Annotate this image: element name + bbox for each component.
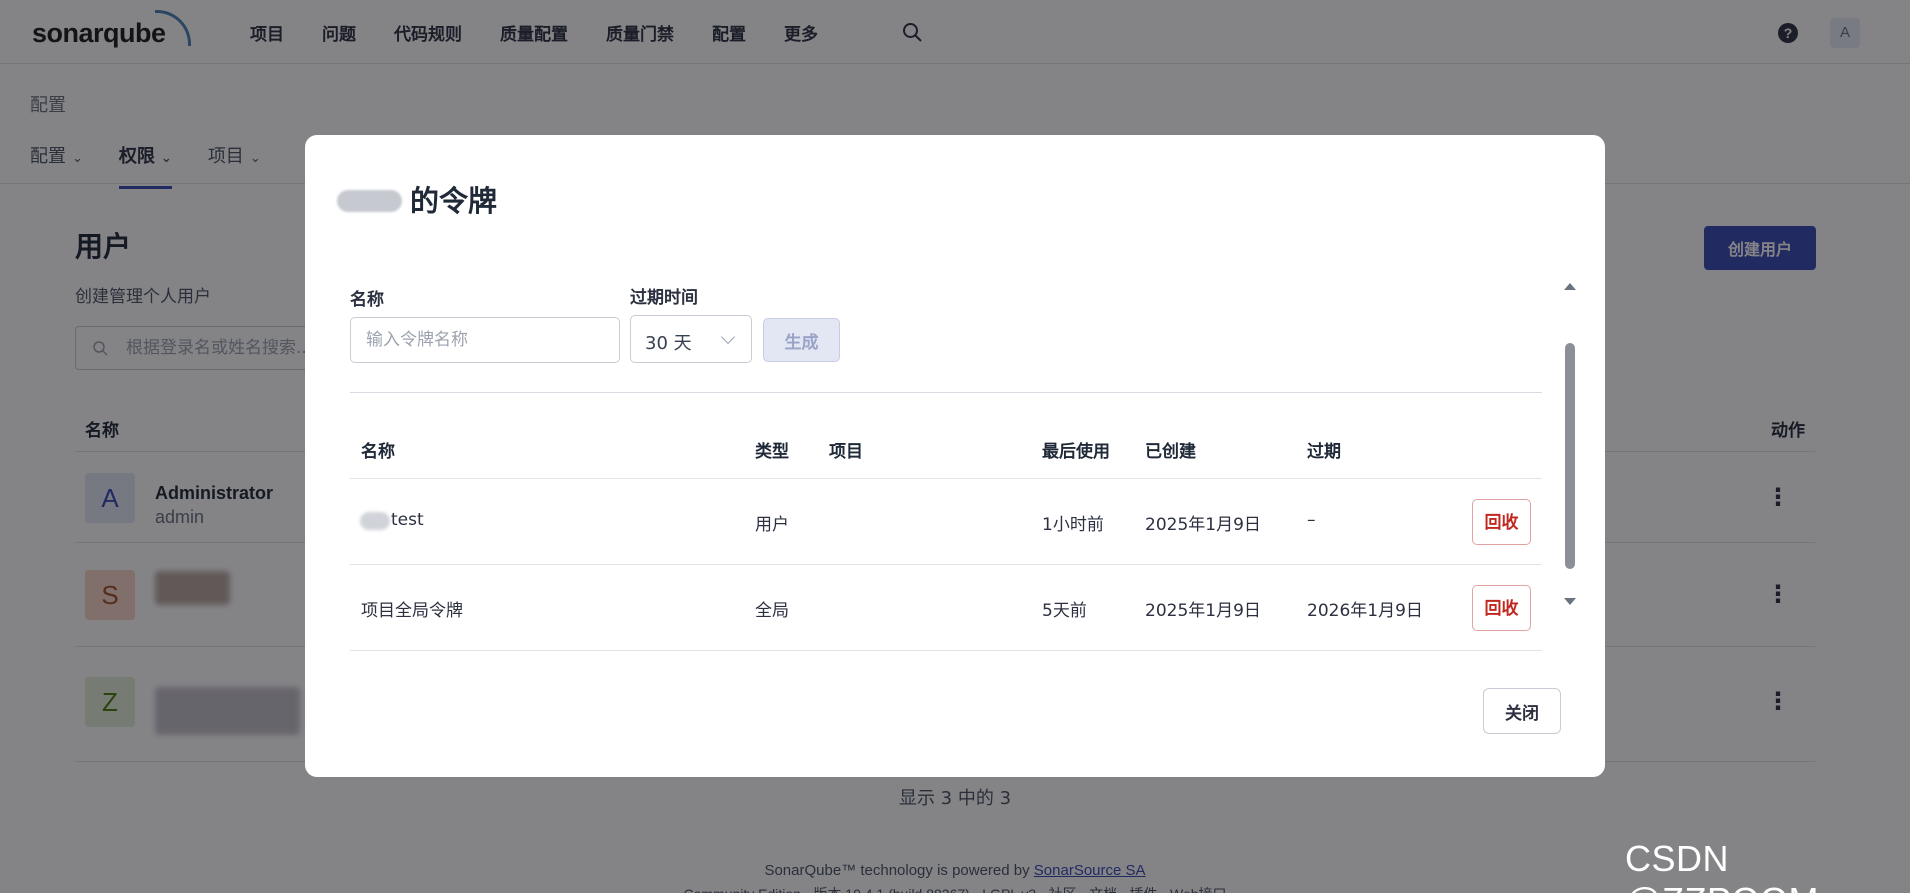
token-name-label: 名称: [350, 290, 384, 310]
token-name: test: [391, 510, 424, 530]
token-last-used: 5天前: [1042, 601, 1087, 621]
column-name: 名称: [361, 442, 395, 462]
column-expires: 过期: [1307, 442, 1341, 462]
scrollbar-thumb[interactable]: [1565, 343, 1575, 569]
table-row: test 用户 1小时前 2025年1月9日 – 回收: [350, 479, 1542, 565]
token-expires: 2026年1月9日: [1307, 601, 1423, 621]
tokens-table: 名称 类型 项目 最后使用 已创建 过期 test 用户 1小时前 2025年1…: [350, 412, 1542, 765]
token-type: 全局: [755, 601, 789, 621]
column-type: 类型: [755, 442, 789, 462]
token-name-input[interactable]: [350, 317, 620, 363]
redacted-user-name: [337, 190, 402, 212]
scroll-down-arrow-icon[interactable]: [1564, 598, 1576, 605]
token-last-used: 1小时前: [1042, 515, 1104, 535]
expiry-label: 过期时间: [630, 288, 698, 308]
token-expires: –: [1307, 510, 1316, 530]
chevron-down-icon: [720, 329, 736, 345]
revoke-token-button[interactable]: 回收: [1472, 499, 1531, 545]
token-created: 2025年1月9日: [1145, 515, 1261, 535]
token-type: 用户: [755, 515, 789, 535]
tokens-dialog: 的令牌 名称 过期时间 30 天 生成 名称 类型 项目 最后使用 已创建 过期…: [305, 135, 1605, 777]
generate-token-button[interactable]: 生成: [763, 318, 840, 362]
token-name: 项目全局令牌: [361, 601, 463, 621]
expiry-selected-value: 30 天: [645, 333, 692, 354]
csdn-watermark: CSDN @ZZPOOM: [1625, 838, 1819, 893]
dialog-title: 的令牌: [410, 184, 498, 218]
column-last-used: 最后使用: [1042, 442, 1110, 462]
close-button[interactable]: 关闭: [1483, 688, 1561, 734]
dialog-scrollbar[interactable]: [1561, 283, 1579, 763]
divider: [350, 392, 1542, 393]
column-created: 已创建: [1145, 442, 1196, 462]
column-project: 项目: [829, 442, 863, 462]
token-created: 2025年1月9日: [1145, 601, 1261, 621]
scroll-up-arrow-icon[interactable]: [1564, 283, 1576, 290]
table-row: 项目全局令牌 全局 5天前 2025年1月9日 2026年1月9日 回收: [350, 565, 1542, 651]
expiry-select[interactable]: 30 天: [630, 315, 752, 363]
redacted-token-prefix: [360, 512, 390, 530]
revoke-token-button[interactable]: 回收: [1472, 585, 1531, 631]
